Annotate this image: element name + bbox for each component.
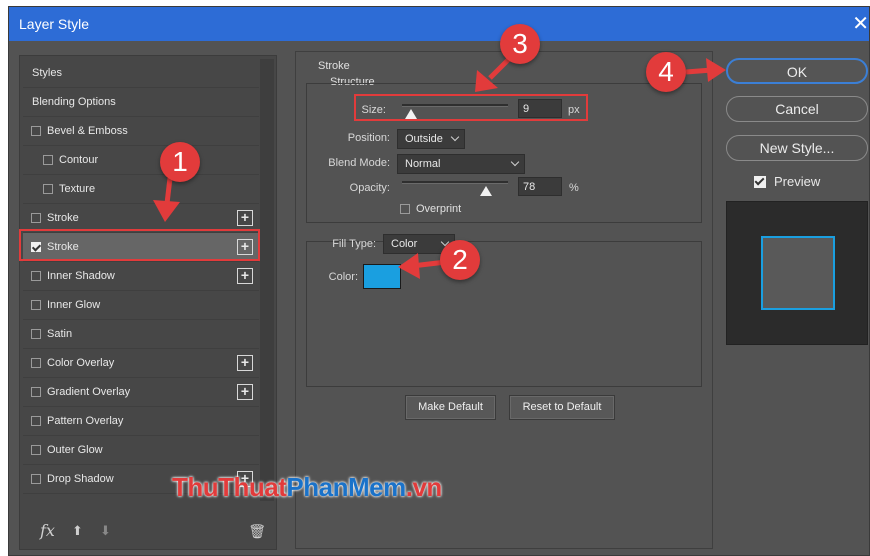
step-badge-2: 2 (440, 240, 480, 280)
step-badge-1: 1 (160, 142, 200, 182)
arrow-2-head (398, 253, 420, 279)
arrow-4-head (706, 58, 726, 82)
watermark-part2: PhanMem (286, 472, 406, 502)
watermark-part3: .vn (405, 472, 443, 502)
watermark-logo: ThuThuatPhanMem.vn (172, 472, 442, 503)
step-badge-3: 3 (500, 24, 540, 64)
arrow-1-head (153, 200, 180, 222)
step-badge-4: 4 (646, 52, 686, 92)
watermark-part1: ThuThuat (172, 472, 287, 502)
